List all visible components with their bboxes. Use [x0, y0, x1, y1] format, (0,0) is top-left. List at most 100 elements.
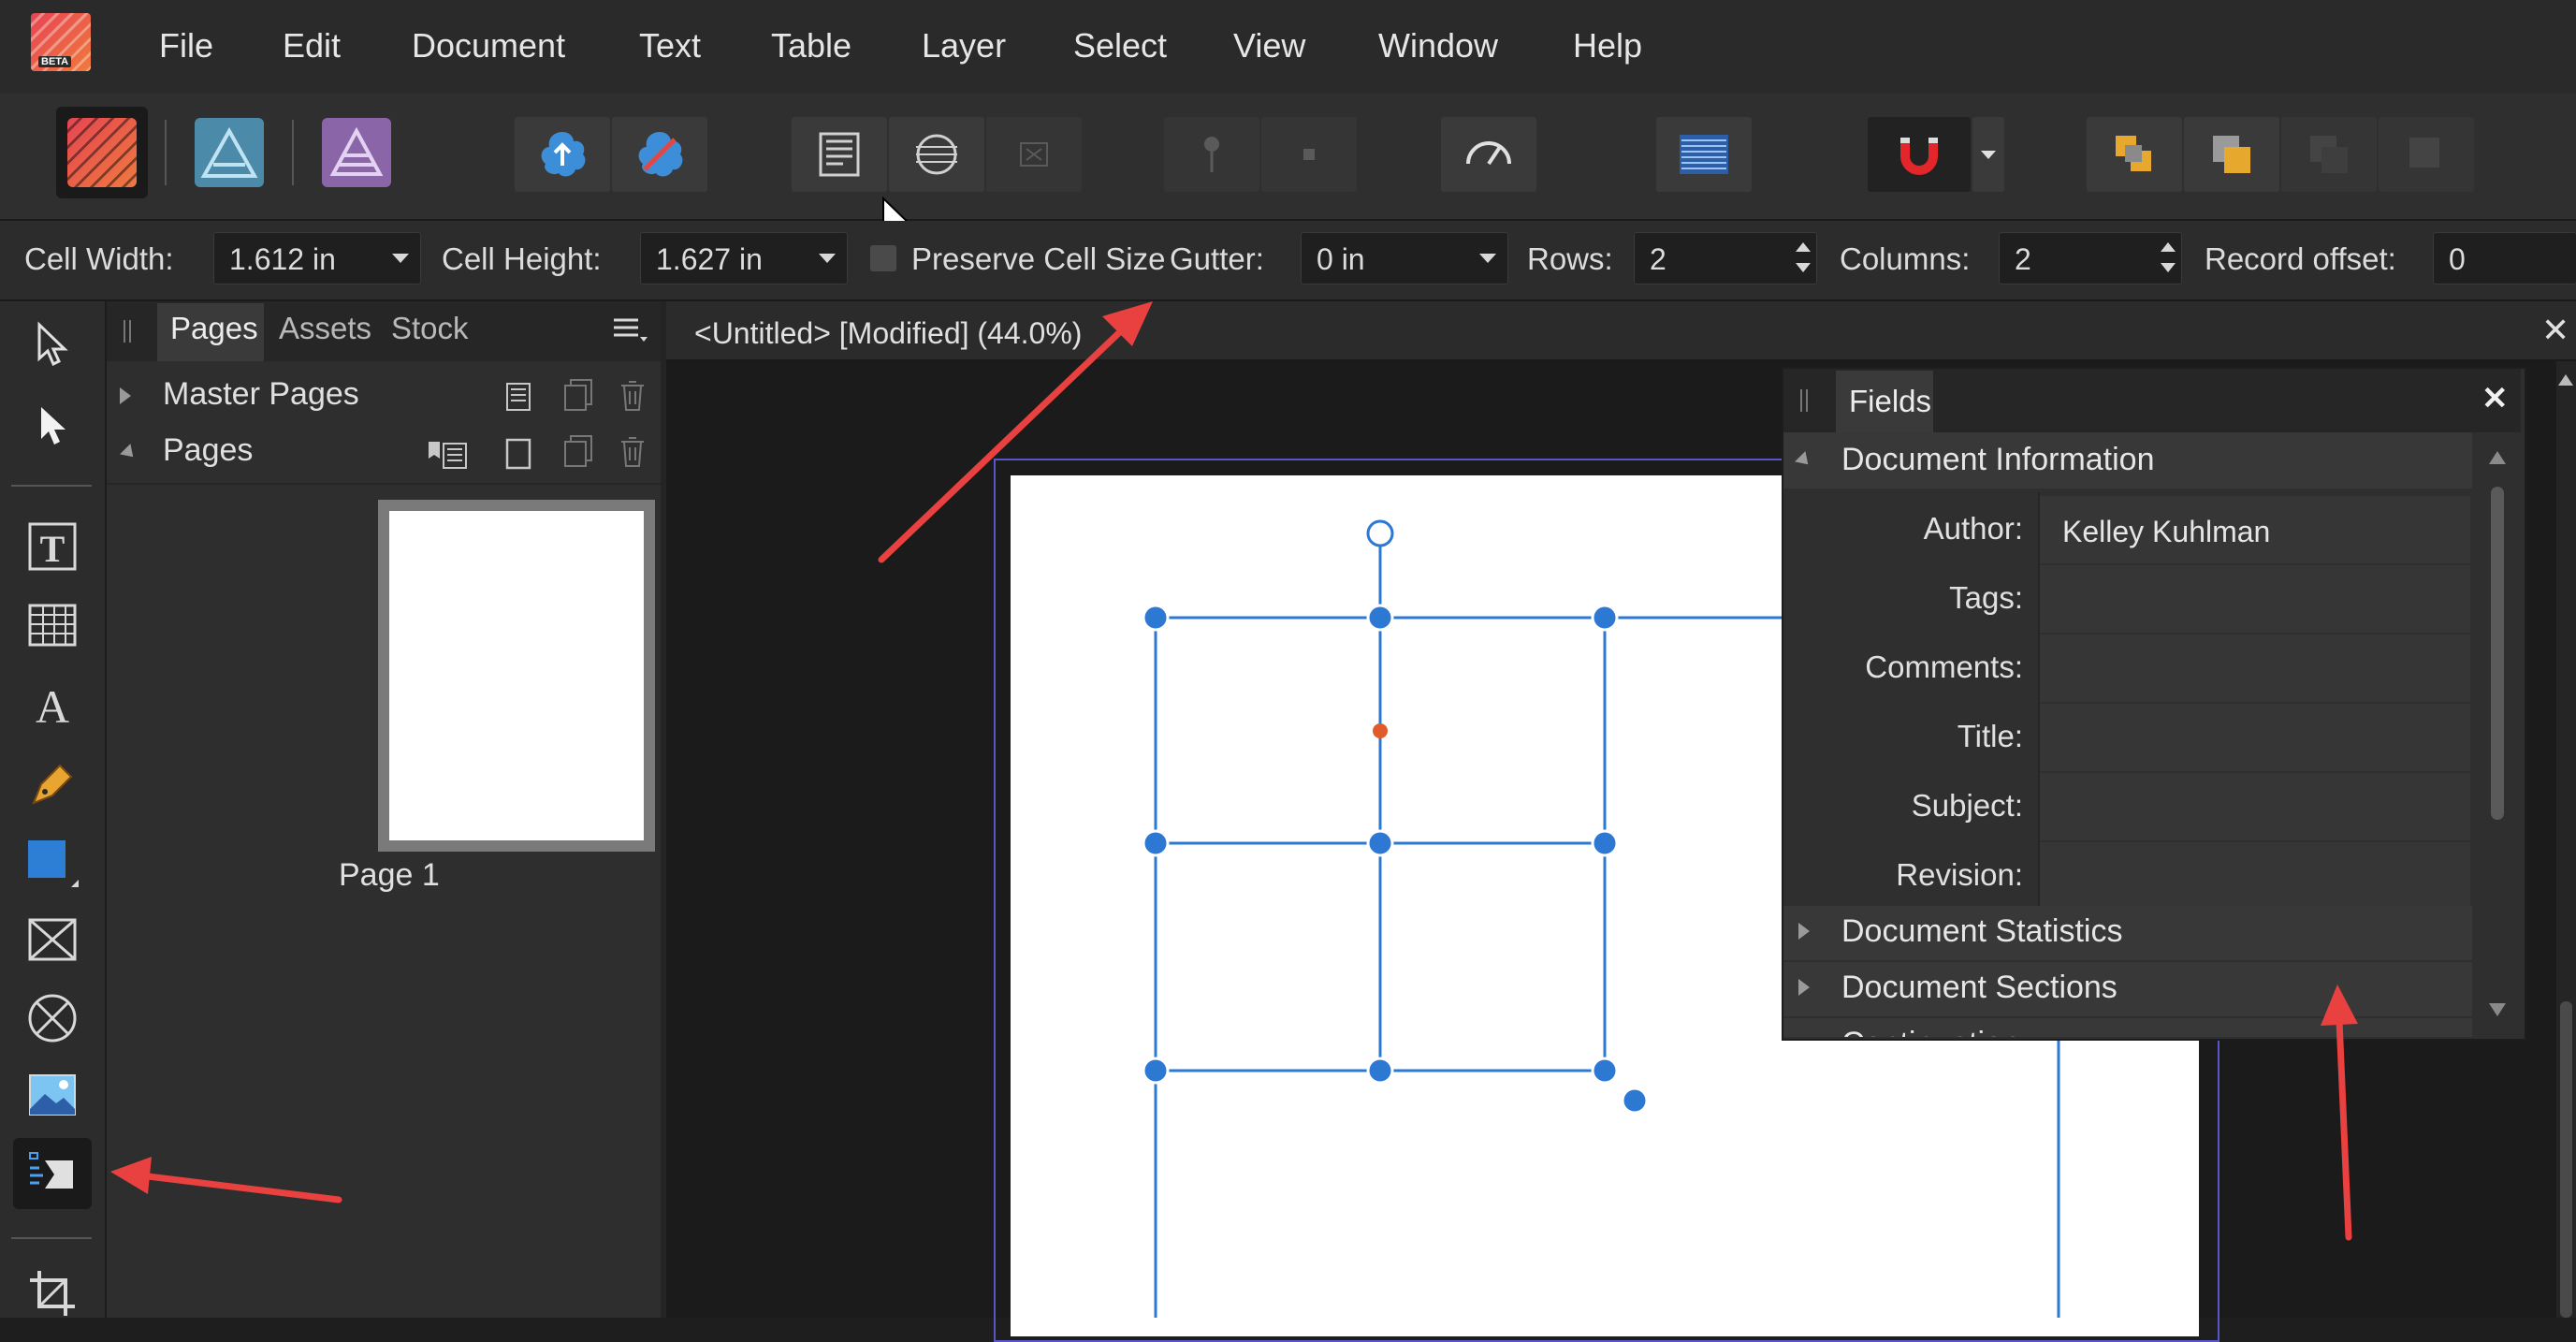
pin-button[interactable]	[1164, 117, 1259, 192]
title-value-field[interactable]	[2040, 704, 2470, 771]
comments-value-field[interactable]	[2040, 635, 2470, 702]
scroll-up-icon[interactable]	[2558, 374, 2573, 386]
stepper-up-icon[interactable]	[1796, 242, 1811, 252]
tab-assets[interactable]: Assets	[279, 311, 371, 346]
artistic-text-tool[interactable]: A	[13, 670, 92, 741]
pin-icon	[1204, 137, 1219, 172]
stepper-up-icon[interactable]	[2161, 242, 2176, 252]
close-document-icon[interactable]: ✕	[2541, 311, 2569, 350]
add-page-icon[interactable]	[503, 436, 533, 472]
author-label: Author:	[1923, 511, 2023, 546]
delete-page-icon[interactable]	[618, 434, 648, 470]
data-merge-layout-tool[interactable]	[13, 1138, 92, 1209]
unpin-button[interactable]	[1261, 117, 1357, 192]
menu-window[interactable]: Window	[1378, 26, 1498, 66]
upload-icon	[541, 132, 586, 177]
fields-scrollbar-thumb[interactable]	[2491, 487, 2504, 820]
menu-edit[interactable]: Edit	[283, 26, 341, 66]
preserve-cell-size-checkbox[interactable]	[870, 245, 896, 271]
delete-master-icon[interactable]	[618, 378, 648, 414]
menu-document[interactable]: Document	[412, 26, 565, 66]
record-offset-field[interactable]: 0	[2433, 232, 2576, 284]
cell-height-field[interactable]: 1.627 in	[640, 232, 848, 284]
preflight-button[interactable]	[1441, 117, 1536, 192]
arrange-backward-button[interactable]	[2379, 117, 2474, 192]
resource-icon	[638, 132, 683, 177]
node-tool-icon	[41, 407, 65, 445]
page-thumbnail[interactable]	[378, 500, 655, 852]
menu-file[interactable]: File	[159, 26, 213, 66]
duplicate-page-icon[interactable]	[561, 434, 595, 470]
tab-stock[interactable]: Stock	[391, 311, 469, 346]
panel-grip-icon[interactable]	[124, 320, 131, 343]
designer-persona-button[interactable]	[183, 107, 275, 198]
arrange-forward-button[interactable]	[2184, 117, 2279, 192]
photo-persona-button[interactable]	[311, 107, 402, 198]
chevron-down-icon[interactable]	[819, 254, 836, 263]
table-tool[interactable]	[13, 590, 92, 661]
designer-persona-icon	[195, 118, 264, 187]
revision-value-field[interactable]	[2040, 842, 2470, 910]
arrange-front-button[interactable]	[2281, 117, 2377, 192]
menu-layer[interactable]: Layer	[922, 26, 1006, 66]
section-header-continuation[interactable]: Continuation	[1783, 1018, 2472, 1037]
resource-button[interactable]	[612, 117, 707, 192]
close-fields-panel-icon[interactable]: ✕	[2481, 380, 2509, 417]
vertical-scrollbar-thumb[interactable]	[2560, 1001, 2572, 1318]
text-frame-button[interactable]	[792, 117, 887, 192]
tab-fields[interactable]: Fields	[1849, 384, 1931, 419]
image-icon	[29, 1074, 76, 1116]
expand-master-pages-icon[interactable]	[120, 387, 131, 404]
arrange-front-icon	[2310, 136, 2348, 173]
text-frame-icon	[819, 132, 860, 177]
picture-frame-rectangle-tool[interactable]	[13, 904, 92, 975]
node-tool[interactable]	[13, 389, 92, 460]
crop-tool[interactable]	[13, 1258, 92, 1329]
tab-pages[interactable]: Pages	[170, 311, 258, 346]
tags-label: Tags:	[1949, 580, 2023, 615]
cell-width-field[interactable]: 1.612 in	[213, 232, 421, 284]
expand-section-icon[interactable]	[1798, 979, 1810, 996]
shape-frame-button[interactable]	[889, 117, 984, 192]
chevron-down-icon[interactable]	[392, 254, 409, 263]
menu-help[interactable]: Help	[1573, 26, 1642, 66]
picture-frame-ellipse-tool[interactable]	[13, 983, 92, 1054]
scroll-up-icon[interactable]	[2489, 451, 2506, 464]
frame-text-icon: T	[28, 522, 77, 571]
publisher-persona-button[interactable]	[56, 107, 148, 198]
document-tab-title[interactable]: <Untitled> [Modified] (44.0%)	[694, 316, 1082, 351]
stepper-down-icon[interactable]	[2161, 263, 2176, 272]
picture-frame-button[interactable]	[986, 117, 1082, 192]
move-tool[interactable]	[13, 309, 92, 380]
rectangle-tool[interactable]	[13, 827, 92, 898]
add-pages-from-master-icon[interactable]	[427, 438, 470, 472]
menu-select[interactable]: Select	[1073, 26, 1167, 66]
tags-value-field[interactable]	[2040, 565, 2470, 633]
menu-view[interactable]: View	[1233, 26, 1305, 66]
pen-tool[interactable]	[13, 749, 92, 820]
revision-label: Revision:	[1896, 857, 2023, 892]
gutter-field[interactable]: 0 in	[1301, 232, 1508, 284]
snapping-button[interactable]	[1868, 117, 1971, 192]
snapping-options-dropdown[interactable]	[1972, 117, 2004, 192]
frame-text-tool[interactable]: T	[13, 511, 92, 582]
expand-section-icon[interactable]	[1798, 923, 1810, 940]
pages-section-label[interactable]: Pages	[163, 432, 253, 469]
stepper-down-icon[interactable]	[1796, 263, 1811, 272]
place-image-tool[interactable]	[13, 1059, 92, 1130]
panel-menu-icon[interactable]	[612, 316, 649, 344]
chevron-down-icon[interactable]	[1479, 254, 1496, 263]
arrange-back-button[interactable]	[2087, 117, 2182, 192]
baseline-grid-button[interactable]	[1656, 117, 1752, 192]
master-pages-label[interactable]: Master Pages	[163, 376, 359, 413]
duplicate-master-icon[interactable]	[561, 378, 595, 414]
rows-field[interactable]: 2	[1634, 232, 1817, 284]
upload-button[interactable]	[515, 117, 610, 192]
scroll-down-icon[interactable]	[2489, 1003, 2506, 1016]
columns-field[interactable]: 2	[1999, 232, 2182, 284]
subject-value-field[interactable]	[2040, 773, 2470, 840]
add-master-icon[interactable]	[503, 380, 533, 414]
menu-text[interactable]: Text	[639, 26, 701, 66]
menu-table[interactable]: Table	[771, 26, 851, 66]
panel-grip-icon[interactable]	[1800, 389, 1808, 412]
